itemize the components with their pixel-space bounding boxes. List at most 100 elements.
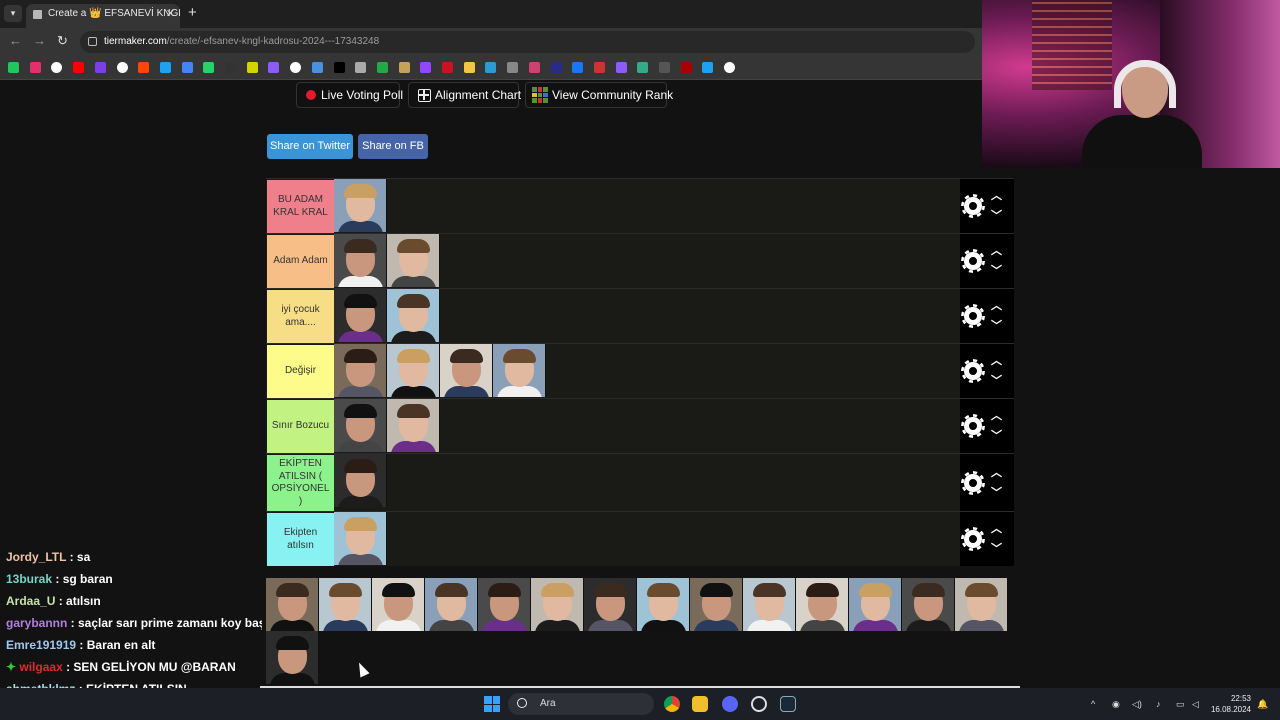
chat-username[interactable]: Ardaa_U [6, 594, 55, 608]
chevron-down-icon[interactable]: ﹀ [991, 427, 1002, 443]
character-tile[interactable] [493, 344, 546, 397]
chat-username[interactable]: Jordy_LTL [6, 550, 66, 564]
notification-icon[interactable]: 🔔 [1257, 699, 1268, 710]
bookmark-icon[interactable] [51, 62, 63, 73]
bookmark-icon[interactable] [528, 62, 540, 73]
gear-icon[interactable] [964, 252, 982, 270]
file-explorer-icon[interactable] [692, 696, 708, 712]
community-rank-button[interactable]: View Community Rank [525, 82, 673, 108]
character-tile[interactable] [372, 578, 425, 631]
new-tab-button[interactable]: + [188, 4, 197, 21]
bookmark-icon[interactable] [116, 62, 128, 73]
live-voting-button[interactable]: Live Voting Poll [296, 82, 403, 108]
chat-username[interactable]: 13burak [6, 572, 52, 586]
reload-icon[interactable]: ↻ [57, 33, 68, 49]
chevron-down-icon[interactable]: ﹀ [991, 207, 1002, 223]
bookmark-icon[interactable] [376, 62, 388, 73]
character-tile[interactable] [955, 578, 1008, 631]
back-icon[interactable]: ← [9, 33, 22, 48]
chevron-up-icon[interactable]: ^ [1091, 699, 1095, 709]
chevron-down-icon[interactable]: ﹀ [991, 372, 1002, 388]
close-tab-icon[interactable]: ✕ [166, 4, 175, 24]
bookmark-icon[interactable] [659, 62, 670, 73]
bookmark-icon[interactable] [73, 62, 85, 73]
bookmark-icon[interactable] [637, 62, 649, 73]
character-tile[interactable] [849, 578, 902, 631]
character-tile[interactable] [334, 344, 387, 397]
chevron-down-icon[interactable]: ﹀ [991, 484, 1002, 500]
bookmark-icon[interactable] [507, 62, 519, 73]
character-tile[interactable] [334, 179, 387, 232]
character-tile[interactable] [334, 512, 387, 565]
tab-search-button[interactable]: ▾ [4, 5, 22, 22]
speaker-icon[interactable]: ◁ [1192, 699, 1199, 710]
tier-label[interactable]: BU ADAM KRAL KRAL [267, 180, 334, 233]
steam-icon[interactable] [780, 696, 796, 712]
bookmark-icon[interactable] [94, 62, 106, 73]
tier-label[interactable]: Sınır Bozucu [267, 400, 334, 453]
chevron-down-icon[interactable]: ﹀ [991, 317, 1002, 333]
chevron-up-icon[interactable]: ︿ [991, 297, 1002, 313]
discord-icon[interactable] [722, 696, 738, 712]
character-tile[interactable] [387, 344, 440, 397]
volume-icon[interactable]: ◁) [1132, 699, 1142, 710]
tier-items[interactable] [334, 234, 440, 288]
display-icon[interactable]: ▭ [1176, 699, 1185, 710]
bookmark-icon[interactable] [593, 62, 605, 73]
character-tile[interactable] [690, 578, 743, 631]
chat-username[interactable]: Emre191919 [6, 638, 76, 652]
taskbar-search[interactable]: Ara [508, 693, 654, 715]
gear-icon[interactable] [964, 417, 982, 435]
character-tile[interactable] [387, 234, 440, 287]
network-icon[interactable]: ◉ [1112, 699, 1120, 710]
forward-icon[interactable]: → [33, 33, 46, 48]
bookmark-icon[interactable] [290, 62, 302, 73]
tier-items[interactable] [334, 512, 387, 566]
tier-label[interactable]: EKİPTEN ATILSIN ( OPSİYONEL ) [267, 455, 334, 511]
character-tile[interactable] [743, 578, 796, 631]
tier-items[interactable] [334, 399, 440, 453]
bookmark-icon[interactable] [572, 62, 584, 73]
character-tile[interactable] [902, 578, 955, 631]
bookmark-icon[interactable] [29, 62, 41, 73]
clock[interactable]: 22:53 16.08.2024 [1206, 693, 1251, 715]
bookmark-icon[interactable] [463, 62, 475, 73]
character-tile[interactable] [531, 578, 584, 631]
character-tile[interactable] [387, 289, 440, 342]
gear-icon[interactable] [964, 362, 982, 380]
tier-label[interactable]: iyi çocuk ama.... [267, 290, 334, 343]
bookmark-icon[interactable] [246, 62, 258, 73]
site-info-icon[interactable] [88, 37, 97, 46]
bookmark-icon[interactable] [702, 62, 714, 73]
chevron-up-icon[interactable]: ︿ [991, 352, 1002, 368]
bookmark-icon[interactable] [398, 62, 410, 73]
chat-username[interactable]: garybannn [6, 616, 67, 630]
tier-label[interactable]: Değişir [267, 345, 334, 398]
character-tile[interactable] [387, 399, 440, 452]
address-bar[interactable]: tiermaker.com/create/-efsanev-kngl-kadro… [80, 31, 975, 53]
gear-icon[interactable] [964, 473, 982, 492]
bookmark-icon[interactable] [333, 62, 345, 73]
gear-icon[interactable] [964, 307, 982, 325]
chevron-up-icon[interactable]: ︿ [991, 407, 1002, 423]
bookmark-icon[interactable] [485, 62, 497, 73]
character-tile[interactable] [584, 578, 637, 631]
chevron-up-icon[interactable]: ︿ [991, 187, 1002, 203]
share-fb-button[interactable]: Share on FB [358, 134, 428, 159]
character-tile[interactable] [425, 578, 478, 631]
bookmark-icon[interactable] [442, 62, 453, 73]
chevron-up-icon[interactable]: ︿ [991, 464, 1002, 480]
bookmark-icon[interactable] [268, 62, 280, 73]
browser-tab[interactable]: Create a 👑 EFSANEVİ KNGL K... ✕ [26, 4, 180, 28]
character-tile[interactable] [334, 234, 387, 287]
start-button[interactable] [484, 696, 500, 712]
character-tile[interactable] [266, 578, 319, 631]
bookmark-icon[interactable] [203, 62, 215, 73]
alignment-chart-button[interactable]: Alignment Chart [408, 82, 521, 108]
chat-username[interactable]: wilgaax [19, 660, 62, 674]
tier-items[interactable] [334, 454, 387, 511]
character-tile[interactable] [440, 344, 493, 397]
character-tile[interactable] [334, 289, 387, 342]
bookmark-icon[interactable] [615, 62, 627, 73]
tier-items[interactable] [334, 344, 546, 398]
